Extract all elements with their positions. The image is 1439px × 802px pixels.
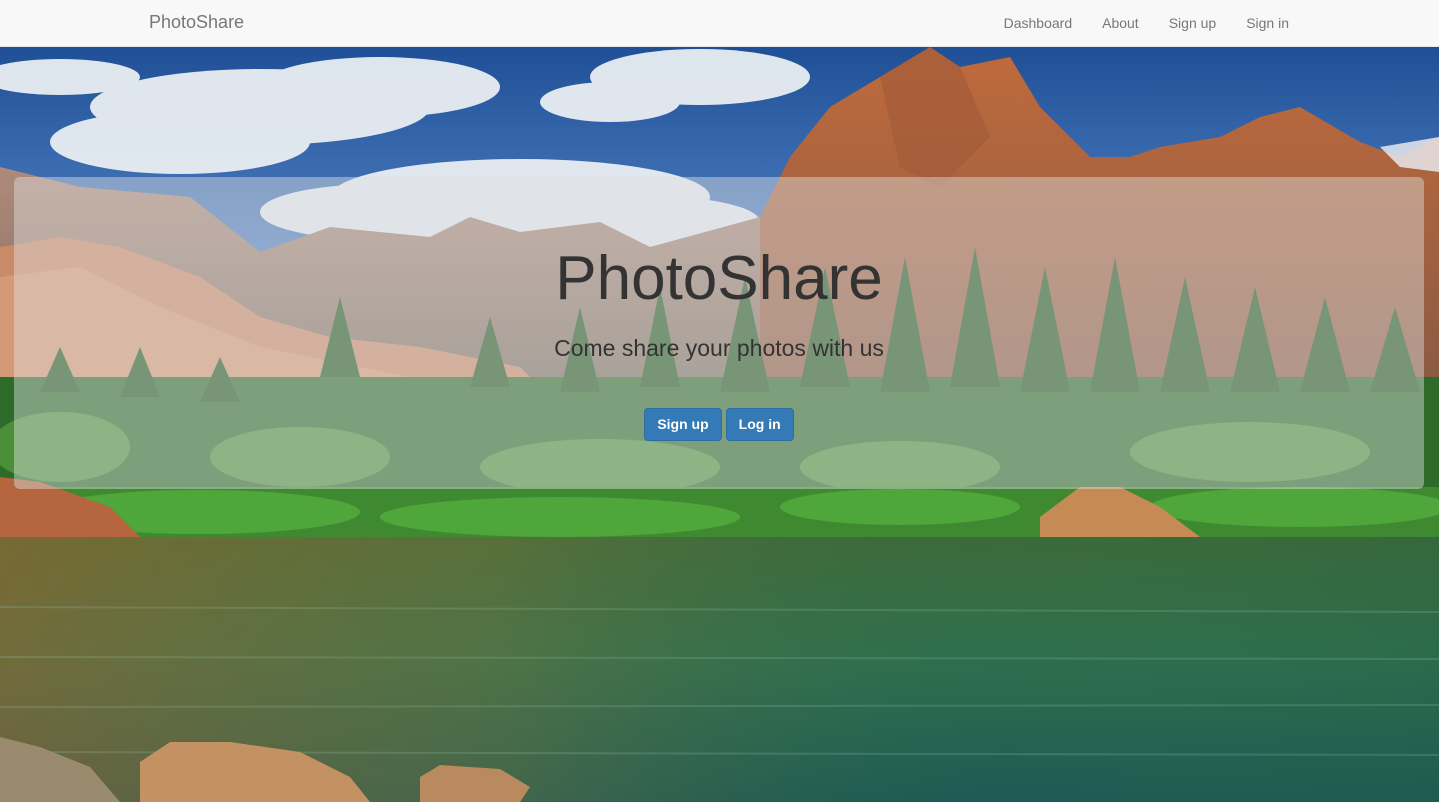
hero-subtitle: Come share your photos with us — [554, 335, 884, 361]
login-button[interactable]: Log in — [725, 408, 794, 441]
signup-button[interactable]: Sign up — [644, 408, 722, 441]
hero-jumbotron: PhotoShare Come share your photos with u… — [14, 177, 1424, 489]
nav-signup-link[interactable]: Sign up — [1169, 13, 1216, 33]
hero-button-group: Sign up Log in — [14, 408, 1424, 441]
nav-signin-link[interactable]: Sign in — [1246, 13, 1289, 33]
nav-about-link[interactable]: About — [1102, 13, 1139, 33]
brand-link[interactable]: PhotoShare — [149, 11, 244, 33]
nav-links: Dashboard About Sign up Sign in — [1004, 0, 1289, 46]
top-navbar: PhotoShare Dashboard About Sign up Sign … — [0, 0, 1439, 47]
hero-title: PhotoShare — [555, 244, 883, 313]
nav-dashboard-link[interactable]: Dashboard — [1004, 13, 1073, 33]
